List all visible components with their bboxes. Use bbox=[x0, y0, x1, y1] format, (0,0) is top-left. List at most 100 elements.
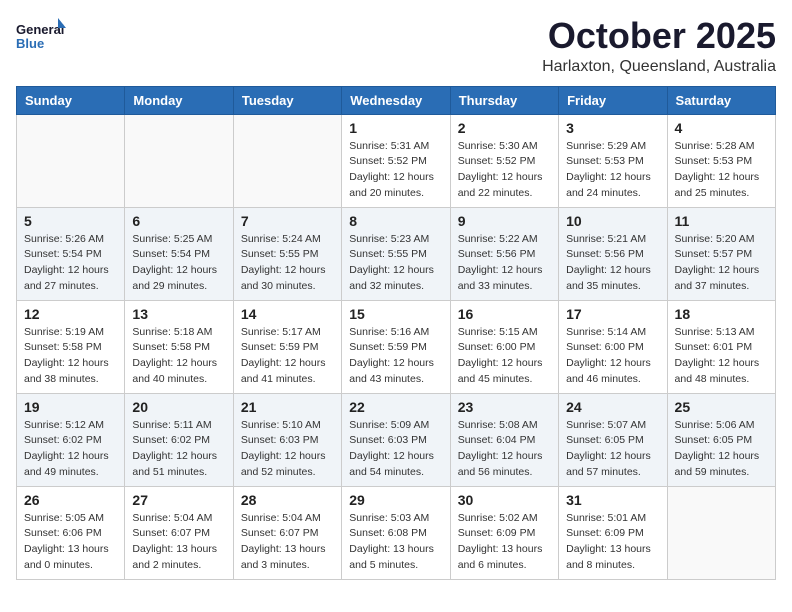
day-info: Sunrise: 5:21 AMSunset: 5:56 PMDaylight:… bbox=[566, 232, 659, 295]
week-row-1: 1Sunrise: 5:31 AMSunset: 5:52 PMDaylight… bbox=[17, 114, 776, 207]
calendar-cell bbox=[17, 114, 125, 207]
day-number: 18 bbox=[675, 306, 768, 322]
day-info: Sunrise: 5:04 AMSunset: 6:07 PMDaylight:… bbox=[132, 511, 225, 574]
page-header: General Blue October 2025 Harlaxton, Que… bbox=[16, 16, 776, 76]
calendar-cell: 30Sunrise: 5:02 AMSunset: 6:09 PMDayligh… bbox=[450, 486, 558, 579]
day-info: Sunrise: 5:15 AMSunset: 6:00 PMDaylight:… bbox=[458, 325, 551, 388]
day-info: Sunrise: 5:01 AMSunset: 6:09 PMDaylight:… bbox=[566, 511, 659, 574]
day-number: 6 bbox=[132, 213, 225, 229]
calendar-cell: 6 Sunrise: 5:25 AMSunset: 5:54 PMDaylight… bbox=[125, 207, 233, 300]
calendar-cell: 2 Sunrise: 5:30 AMSunset: 5:52 PMDaylight… bbox=[450, 114, 558, 207]
day-number: 17 bbox=[566, 306, 659, 322]
day-info: Sunrise: 5:16 AMSunset: 5:59 PMDaylight:… bbox=[349, 325, 442, 388]
day-number: 3 bbox=[566, 120, 659, 136]
day-info: Sunrise: 5:23 AMSunset: 5:55 PMDaylight:… bbox=[349, 232, 442, 295]
calendar-cell: 17Sunrise: 5:14 AMSunset: 6:00 PMDayligh… bbox=[559, 300, 667, 393]
day-info: Sunrise: 5:31 AMSunset: 5:52 PMDaylight:… bbox=[349, 139, 442, 202]
day-number: 13 bbox=[132, 306, 225, 322]
calendar-cell: 20 Sunrise: 5:11 AMSunset: 6:02 PMDayligh… bbox=[125, 393, 233, 486]
calendar-cell bbox=[233, 114, 341, 207]
calendar-cell: 29 Sunrise: 5:03 AMSunset: 6:08 PMDayligh… bbox=[342, 486, 450, 579]
calendar-cell: 24Sunrise: 5:07 AMSunset: 6:05 PMDayligh… bbox=[559, 393, 667, 486]
calendar-cell: 1Sunrise: 5:31 AMSunset: 5:52 PMDaylight… bbox=[342, 114, 450, 207]
week-row-4: 19Sunrise: 5:12 AMSunset: 6:02 PMDayligh… bbox=[17, 393, 776, 486]
day-number: 20 bbox=[132, 399, 225, 415]
day-info: Sunrise: 5:06 AMSunset: 6:05 PMDaylight:… bbox=[675, 418, 768, 481]
calendar-cell: 28Sunrise: 5:04 AMSunset: 6:07 PMDayligh… bbox=[233, 486, 341, 579]
day-number: 14 bbox=[241, 306, 334, 322]
calendar-cell: 11 Sunrise: 5:20 AMSunset: 5:57 PMDayligh… bbox=[667, 207, 775, 300]
month-title: October 2025 bbox=[542, 16, 776, 56]
day-number: 19 bbox=[24, 399, 117, 415]
day-info: Sunrise: 5:20 AMSunset: 5:57 PMDaylight:… bbox=[675, 232, 768, 295]
weekday-header-tuesday: Tuesday bbox=[233, 86, 341, 114]
calendar-cell: 26Sunrise: 5:05 AMSunset: 6:06 PMDayligh… bbox=[17, 486, 125, 579]
week-row-2: 5Sunrise: 5:26 AMSunset: 5:54 PMDaylight… bbox=[17, 207, 776, 300]
calendar-cell: 16 Sunrise: 5:15 AMSunset: 6:00 PMDayligh… bbox=[450, 300, 558, 393]
svg-text:General: General bbox=[16, 22, 64, 37]
day-number: 4 bbox=[675, 120, 768, 136]
day-info: Sunrise: 5:03 AMSunset: 6:08 PMDaylight:… bbox=[349, 511, 442, 574]
day-number: 25 bbox=[675, 399, 768, 415]
day-number: 10 bbox=[566, 213, 659, 229]
calendar-cell: 4 Sunrise: 5:28 AMSunset: 5:53 PMDaylight… bbox=[667, 114, 775, 207]
calendar-cell bbox=[667, 486, 775, 579]
day-info: Sunrise: 5:30 AMSunset: 5:52 PMDaylight:… bbox=[458, 139, 551, 202]
calendar-table: SundayMondayTuesdayWednesdayThursdayFrid… bbox=[16, 86, 776, 580]
day-info: Sunrise: 5:29 AMSunset: 5:53 PMDaylight:… bbox=[566, 139, 659, 202]
calendar-cell: 23 Sunrise: 5:08 AMSunset: 6:04 PMDayligh… bbox=[450, 393, 558, 486]
day-info: Sunrise: 5:08 AMSunset: 6:04 PMDaylight:… bbox=[458, 418, 551, 481]
day-info: Sunrise: 5:10 AMSunset: 6:03 PMDaylight:… bbox=[241, 418, 334, 481]
logo-svg: General Blue bbox=[16, 16, 66, 60]
day-number: 7 bbox=[241, 213, 334, 229]
day-number: 23 bbox=[458, 399, 551, 415]
day-number: 27 bbox=[132, 492, 225, 508]
day-number: 31 bbox=[566, 492, 659, 508]
calendar-cell: 21 Sunrise: 5:10 AMSunset: 6:03 PMDayligh… bbox=[233, 393, 341, 486]
weekday-header-wednesday: Wednesday bbox=[342, 86, 450, 114]
day-number: 2 bbox=[458, 120, 551, 136]
weekday-header-saturday: Saturday bbox=[667, 86, 775, 114]
day-number: 11 bbox=[675, 213, 768, 229]
logo: General Blue bbox=[16, 16, 66, 60]
day-number: 29 bbox=[349, 492, 442, 508]
week-row-5: 26Sunrise: 5:05 AMSunset: 6:06 PMDayligh… bbox=[17, 486, 776, 579]
svg-text:Blue: Blue bbox=[16, 36, 44, 51]
day-info: Sunrise: 5:19 AMSunset: 5:58 PMDaylight:… bbox=[24, 325, 117, 388]
day-number: 21 bbox=[241, 399, 334, 415]
calendar-cell: 15 Sunrise: 5:16 AMSunset: 5:59 PMDayligh… bbox=[342, 300, 450, 393]
calendar-cell: 25 Sunrise: 5:06 AMSunset: 6:05 PMDayligh… bbox=[667, 393, 775, 486]
calendar-cell: 9Sunrise: 5:22 AMSunset: 5:56 PMDaylight… bbox=[450, 207, 558, 300]
day-info: Sunrise: 5:07 AMSunset: 6:05 PMDaylight:… bbox=[566, 418, 659, 481]
day-number: 22 bbox=[349, 399, 442, 415]
weekday-header-friday: Friday bbox=[559, 86, 667, 114]
calendar-cell: 27 Sunrise: 5:04 AMSunset: 6:07 PMDayligh… bbox=[125, 486, 233, 579]
calendar-cell: 5Sunrise: 5:26 AMSunset: 5:54 PMDaylight… bbox=[17, 207, 125, 300]
day-info: Sunrise: 5:17 AMSunset: 5:59 PMDaylight:… bbox=[241, 325, 334, 388]
day-info: Sunrise: 5:26 AMSunset: 5:54 PMDaylight:… bbox=[24, 232, 117, 295]
day-number: 28 bbox=[241, 492, 334, 508]
calendar-cell: 12Sunrise: 5:19 AMSunset: 5:58 PMDayligh… bbox=[17, 300, 125, 393]
day-number: 9 bbox=[458, 213, 551, 229]
calendar-cell: 3 Sunrise: 5:29 AMSunset: 5:53 PMDaylight… bbox=[559, 114, 667, 207]
weekday-header-monday: Monday bbox=[125, 86, 233, 114]
day-info: Sunrise: 5:13 AMSunset: 6:01 PMDaylight:… bbox=[675, 325, 768, 388]
week-row-3: 12Sunrise: 5:19 AMSunset: 5:58 PMDayligh… bbox=[17, 300, 776, 393]
day-number: 15 bbox=[349, 306, 442, 322]
calendar-cell: 18 Sunrise: 5:13 AMSunset: 6:01 PMDayligh… bbox=[667, 300, 775, 393]
calendar-cell: 8 Sunrise: 5:23 AMSunset: 5:55 PMDaylight… bbox=[342, 207, 450, 300]
day-number: 16 bbox=[458, 306, 551, 322]
calendar-cell: 14 Sunrise: 5:17 AMSunset: 5:59 PMDayligh… bbox=[233, 300, 341, 393]
day-info: Sunrise: 5:25 AMSunset: 5:54 PMDaylight:… bbox=[132, 232, 225, 295]
day-number: 8 bbox=[349, 213, 442, 229]
day-info: Sunrise: 5:09 AMSunset: 6:03 PMDaylight:… bbox=[349, 418, 442, 481]
location-title: Harlaxton, Queensland, Australia bbox=[542, 58, 776, 76]
calendar-cell: 10 Sunrise: 5:21 AMSunset: 5:56 PMDayligh… bbox=[559, 207, 667, 300]
day-info: Sunrise: 5:28 AMSunset: 5:53 PMDaylight:… bbox=[675, 139, 768, 202]
calendar-cell: 31 Sunrise: 5:01 AMSunset: 6:09 PMDayligh… bbox=[559, 486, 667, 579]
day-info: Sunrise: 5:11 AMSunset: 6:02 PMDaylight:… bbox=[132, 418, 225, 481]
day-number: 26 bbox=[24, 492, 117, 508]
calendar-cell: 19Sunrise: 5:12 AMSunset: 6:02 PMDayligh… bbox=[17, 393, 125, 486]
day-info: Sunrise: 5:18 AMSunset: 5:58 PMDaylight:… bbox=[132, 325, 225, 388]
calendar-cell: 13 Sunrise: 5:18 AMSunset: 5:58 PMDayligh… bbox=[125, 300, 233, 393]
